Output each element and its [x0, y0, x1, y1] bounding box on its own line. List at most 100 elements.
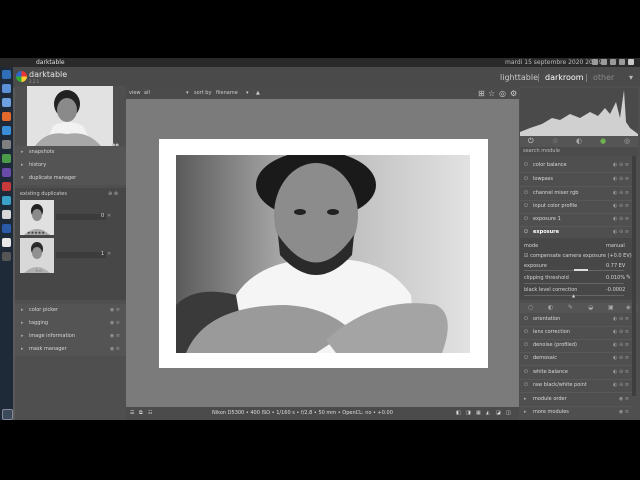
power-icon[interactable]: ⏻ — [524, 173, 528, 186]
raw-overexposed-icon[interactable]: ◭ — [486, 407, 490, 420]
module-color-picker[interactable]: ▸ color picker ◉ ≡ — [15, 304, 126, 317]
module-preset-icon[interactable]: ◉ ≡ — [110, 343, 120, 356]
module-controls-icon[interactable]: ◐ ⊖ ≡ — [613, 213, 629, 226]
module-raw-black-white-point[interactable]: ⏻ raw black/white point ◐ ⊖ ≡ — [520, 379, 632, 393]
module-preset-icon[interactable]: ◉ ≡ — [110, 317, 120, 330]
blend-combined-icon[interactable]: ◈ — [626, 304, 631, 311]
duplicate-rating[interactable]: ☆☆ — [35, 268, 42, 273]
styles-icon[interactable]: ⧉ — [139, 407, 143, 420]
power-icon[interactable]: ⏻ — [524, 187, 528, 200]
app-icon[interactable] — [2, 252, 11, 261]
sort-order-icon[interactable]: ▲ — [256, 88, 260, 99]
module-controls-icon[interactable]: ◐ ⊖ ≡ — [613, 173, 629, 186]
quick-access-icon[interactable]: ☰ — [130, 407, 134, 420]
exposure-slider-value[interactable]: 0.77 EV — [606, 263, 625, 269]
duplicate-rating[interactable]: ★★★★★ — [27, 230, 45, 235]
navigation-thumbnail[interactable] — [27, 86, 113, 146]
x-icon[interactable] — [2, 238, 11, 247]
favorites-icon[interactable]: ☆ — [552, 137, 558, 145]
module-lens-correction[interactable]: ⏻ lens correction ◐ ⊖ ≡ — [520, 326, 632, 340]
blend-parametric-icon[interactable]: ◒ — [588, 304, 593, 311]
terminal-icon[interactable] — [2, 140, 11, 149]
module-channel-mixer-rgb[interactable]: ⏻ channel mixer rgb ◐ ⊖ ≡ — [520, 187, 632, 201]
show-desktop-icon[interactable] — [2, 409, 13, 420]
black-level-value[interactable]: -0.0002 — [606, 287, 625, 293]
view-lighttable[interactable]: lighttable — [500, 73, 538, 82]
folder-icon[interactable] — [2, 98, 11, 107]
module-orientation[interactable]: ⏻ orientation ◐ ⊖ ≡ — [520, 313, 632, 327]
mode-select[interactable]: manual — [606, 243, 625, 249]
app-icon[interactable] — [2, 168, 11, 177]
module-search-input[interactable]: search module — [520, 147, 638, 156]
power-icon[interactable]: ⏻ — [528, 137, 534, 146]
module-controls-icon[interactable]: ◐ ⊖ ≡ — [613, 339, 629, 352]
color-picker-icon[interactable]: ✎ — [626, 274, 631, 281]
module-preset-icon[interactable]: ◉ ≡ — [110, 304, 120, 317]
effects-group-icon[interactable]: ◎ — [624, 137, 630, 145]
focus-peaking-icon[interactable]: ◨ — [466, 407, 471, 420]
module-demosaic[interactable]: ⏻ demosaic ◐ ⊖ ≡ — [520, 352, 632, 366]
chevron-down-icon[interactable]: ▾ — [246, 88, 249, 99]
power-icon[interactable]: ⏻ — [524, 339, 528, 352]
module-order[interactable]: ▸ module order ◉ ≡ — [520, 393, 632, 407]
color-label-icon[interactable]: ◎ — [499, 88, 506, 99]
module-controls-icon[interactable]: ◐ ⊖ ≡ — [613, 159, 629, 172]
chevron-down-icon[interactable]: ▾ — [629, 73, 633, 82]
duplicate-version-field[interactable] — [56, 214, 106, 220]
module-image-information[interactable]: ▸ image information ◉ ≡ — [15, 330, 126, 343]
power-icon[interactable]: ⏻ — [524, 366, 528, 379]
power-icon[interactable]: ⏻ — [524, 213, 528, 226]
module-denoise-profiled[interactable]: ⏻ denoise (profiled) ◐ ⊖ ≡ — [520, 339, 632, 353]
app-icon[interactable] — [2, 224, 11, 233]
blend-raster-icon[interactable]: ▣ — [608, 304, 614, 311]
tray-icon[interactable] — [610, 59, 616, 65]
module-controls-icon[interactable]: ◐ ⊖ ≡ — [613, 326, 629, 339]
module-white-balance[interactable]: ⏻ white balance ◐ ⊖ ≡ — [520, 366, 632, 380]
power-icon[interactable]: ⏻ — [524, 200, 528, 213]
presets-icon[interactable]: ☷ — [148, 407, 152, 420]
module-input-color-profile[interactable]: ⏻ input color profile ◐ ⊖ ≡ — [520, 200, 632, 214]
darktable-icon[interactable] — [2, 154, 11, 163]
app-icon[interactable] — [2, 196, 11, 205]
blend-off-icon[interactable]: ○ — [528, 304, 533, 311]
histogram[interactable] — [520, 88, 638, 136]
clipping-icon[interactable]: ◪ — [496, 407, 501, 420]
app-icon[interactable] — [2, 210, 11, 219]
module-controls-icon[interactable]: ◐ ⊖ ≡ — [613, 366, 629, 379]
view-darkroom[interactable]: darkroom — [545, 73, 584, 82]
power-icon[interactable]: ⏻ — [524, 352, 528, 365]
right-panel-scrollbar[interactable] — [632, 156, 636, 396]
clipping-threshold-value[interactable]: 0.010% — [606, 275, 625, 281]
module-preset-icon[interactable]: ◉ ≡ — [110, 330, 120, 343]
portrait-photo[interactable] — [176, 155, 470, 353]
module-controls-icon[interactable]: ◐ ⊖ ≡ — [613, 313, 629, 326]
module-duplicate-manager[interactable]: ▾ duplicate manager — [15, 172, 126, 185]
module-controls-icon[interactable]: ◐ ⊖ ≡ — [613, 352, 629, 365]
module-mask-manager[interactable]: ▸ mask manager ◉ ≡ — [15, 343, 126, 356]
blend-uniform-icon[interactable]: ◐ — [548, 304, 553, 311]
grid-icon[interactable]: ⊞ — [478, 88, 485, 99]
module-exposure-1[interactable]: ⏻ exposure 1 ◐ ⊖ ≡ — [520, 213, 632, 227]
module-controls-icon[interactable]: ◉ ≡ — [619, 393, 629, 406]
reference-icon[interactable]: ◧ — [456, 407, 461, 420]
firefox-icon[interactable] — [2, 112, 11, 121]
gear-icon[interactable]: ⚙ — [510, 88, 517, 99]
view-other[interactable]: other — [593, 73, 614, 82]
module-controls-icon[interactable]: ◐ ⊖ ≡ — [613, 379, 629, 392]
compensate-checkbox[interactable]: ☑ compensate camera exposure (+0.0 EV) — [524, 253, 632, 259]
module-color-balance[interactable]: ⏻ color balance ◐ ⊖ ≡ — [520, 159, 632, 173]
chevron-down-icon[interactable]: ▾ — [186, 88, 189, 99]
duplicate-delete-icon[interactable]: ✕ — [107, 251, 111, 257]
module-controls-icon[interactable]: ◉ ≡ — [619, 406, 629, 419]
color-assessment-icon[interactable]: ▦ — [476, 407, 481, 420]
module-snapshots[interactable]: ▸ snapshots — [15, 146, 126, 159]
view-filter-select[interactable]: all — [144, 88, 150, 99]
blend-drawn-icon[interactable]: ✎ — [568, 304, 573, 311]
clock[interactable]: mardi 15 septembre 2020 20:49 — [505, 58, 603, 67]
module-tagging[interactable]: ▸ tagging ◉ ≡ — [15, 317, 126, 330]
power-icon[interactable]: ⏻ — [524, 159, 528, 172]
power-icon[interactable]: ⏻ — [524, 313, 528, 326]
tray-icon[interactable] — [619, 59, 625, 65]
duplicate-version-field[interactable] — [56, 252, 106, 258]
sort-select[interactable]: filename — [216, 88, 238, 99]
